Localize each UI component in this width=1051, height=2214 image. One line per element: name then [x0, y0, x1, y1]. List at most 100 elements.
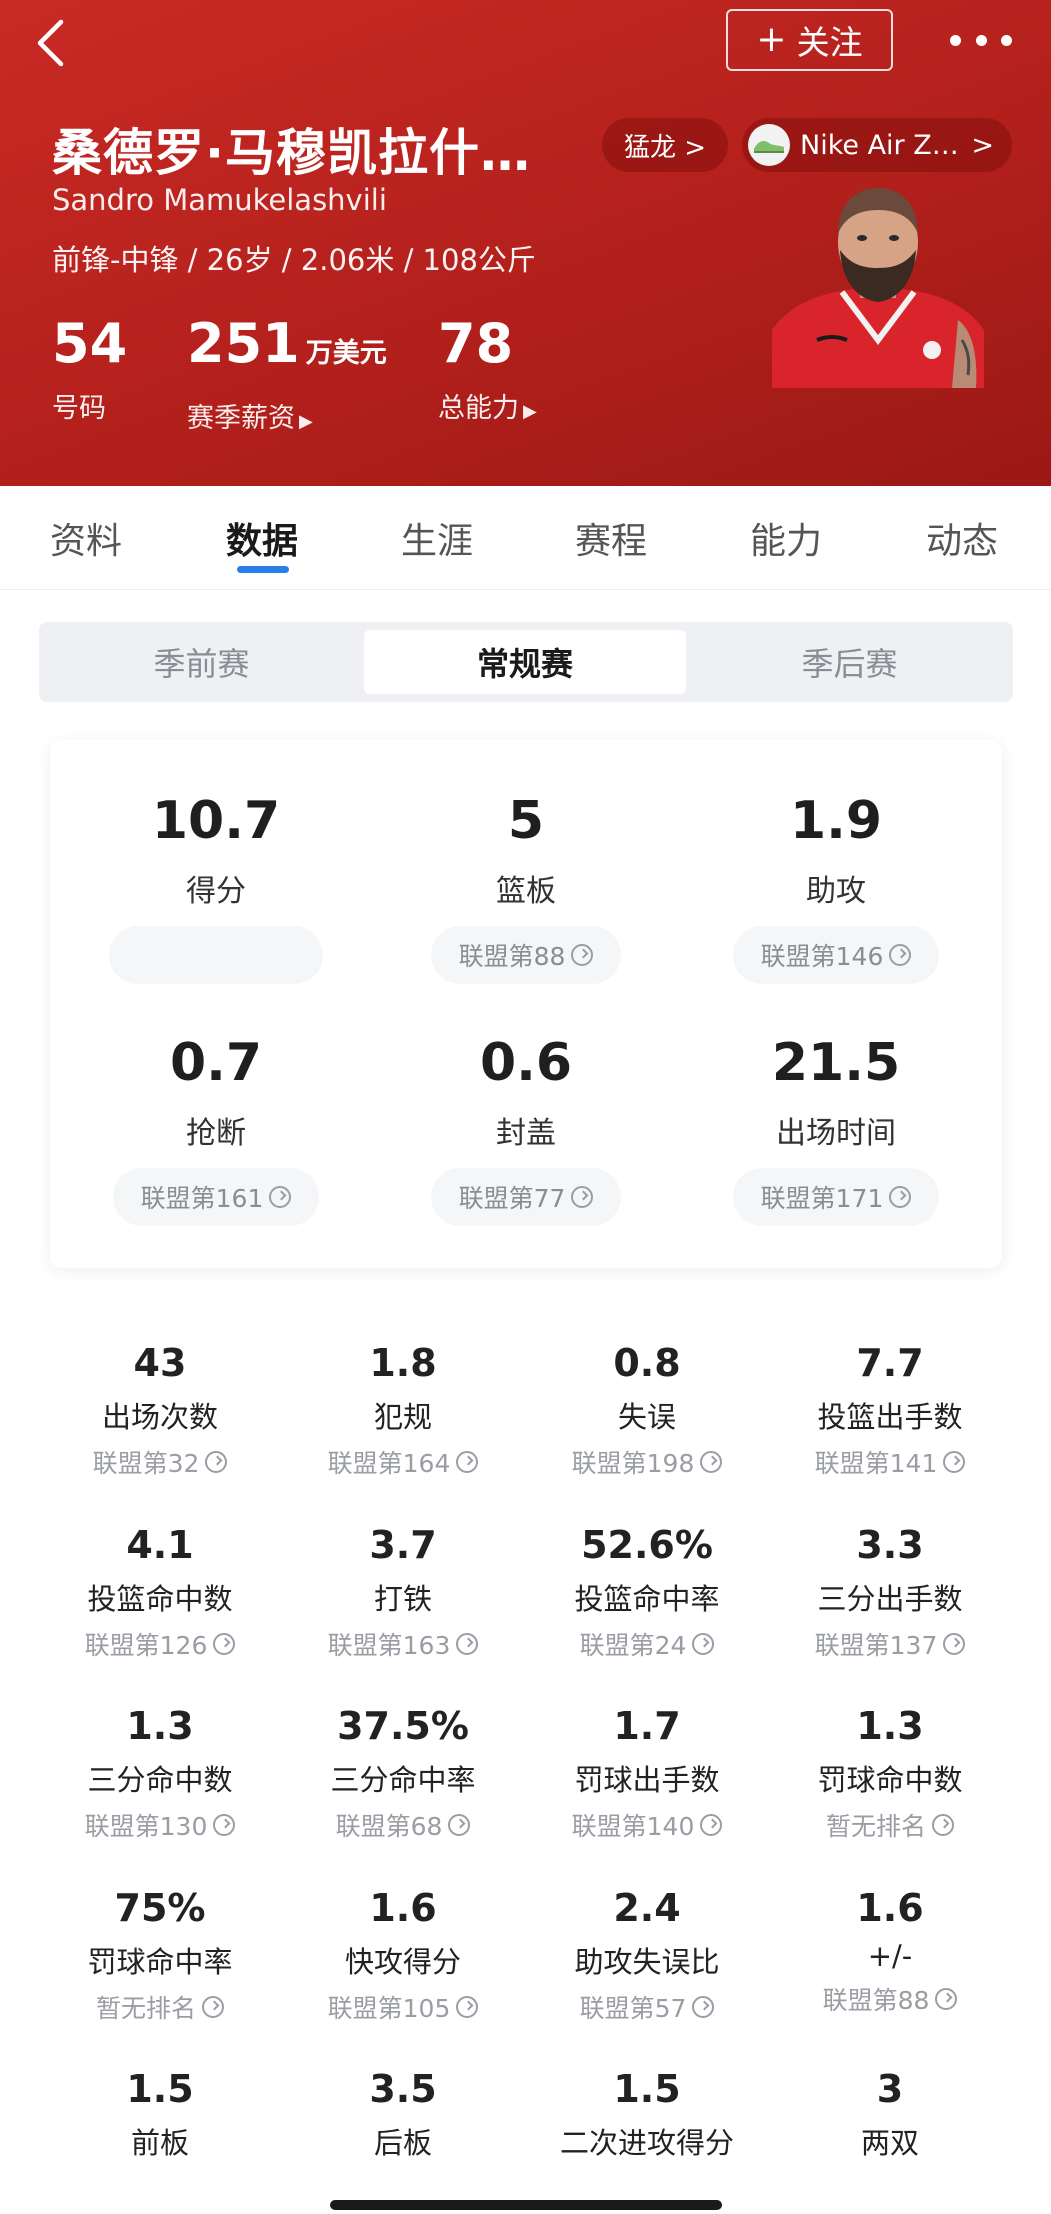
stat-minutes: 21.5 出场时间 联盟第171 — [696, 1032, 976, 1226]
grid-stat-label: 投篮命中数 — [87, 1582, 233, 1616]
grid-stat-label: 三分命中数 — [87, 1763, 233, 1797]
plus-icon: + — [756, 19, 787, 60]
grid-stat-value: 7.7 — [856, 1341, 924, 1385]
more-options-button[interactable] — [950, 22, 1012, 58]
grid-stat-rank-text: 联盟第198 — [571, 1449, 695, 1478]
grid-stat-rank-text: 联盟第137 — [814, 1631, 938, 1660]
grid-stat-value: 1.3 — [856, 1704, 924, 1748]
jersey-number-label: 号码 — [52, 393, 106, 424]
grid-stat-rank[interactable]: 联盟第164 — [278, 1444, 528, 1480]
grid-stat-rank[interactable]: 暂无排名 — [35, 1989, 285, 2025]
grid-stat-rank[interactable]: 联盟第32 — [35, 1444, 285, 1480]
grid-stat-rank[interactable]: 联盟第126 — [35, 1626, 285, 1662]
salary-unit: 万美元 — [305, 338, 387, 369]
stat-label: 抢断 — [186, 1116, 246, 1151]
salary-stat[interactable]: 251 万美元 赛季薪资 ▶ — [187, 312, 387, 435]
tab-news[interactable]: 动态 — [926, 512, 998, 564]
player-stats-page: + 关注 桑德罗·马穆凯拉什… Sandro Mamukelashvili 前锋… — [0, 0, 1051, 2214]
stat-rank[interactable]: 联盟第88 — [430, 926, 622, 984]
stat-rebounds: 5 篮板 联盟第88 — [386, 790, 666, 984]
chevron-circle-icon — [448, 1814, 471, 1836]
stat-value: 21.5 — [771, 1033, 901, 1093]
chevron-circle-icon — [205, 1451, 228, 1473]
caret-right-icon: ▶ — [523, 401, 537, 422]
grid-stat: 3.3 三分出手数 联盟第137 — [765, 1522, 1015, 1662]
segment-playoffs[interactable]: 季后赛 — [686, 622, 1013, 702]
tab-ability[interactable]: 能力 — [750, 512, 822, 564]
stat-rank[interactable]: 联盟第161 — [112, 1168, 320, 1226]
grid-stat-value: 3.5 — [369, 2067, 437, 2111]
grid-stat-rank[interactable]: 联盟第68 — [278, 1807, 528, 1843]
shoe-link[interactable]: Nike Air Z… > — [742, 118, 1012, 172]
segment-preseason[interactable]: 季前赛 — [39, 622, 364, 702]
stat-assists: 1.9 助攻 联盟第146 — [696, 790, 976, 984]
grid-stat: 1.3 三分命中数 联盟第130 — [35, 1703, 285, 1843]
follow-label: 关注 — [796, 23, 863, 62]
chevron-circle-icon — [456, 1996, 479, 2018]
follow-button[interactable]: + 关注 — [726, 9, 893, 71]
tab-schedule[interactable]: 赛程 — [575, 512, 647, 564]
stat-label: 得分 — [186, 874, 246, 909]
grid-stat-rank[interactable]: 联盟第24 — [522, 1626, 772, 1662]
grid-stat-value: 75% — [114, 1886, 206, 1930]
grid-stat: 1.5 二次进攻得分 — [522, 2066, 772, 2162]
player-header: + 关注 桑德罗·马穆凯拉什… Sandro Mamukelashvili 前锋… — [0, 0, 1051, 486]
stat-points: 10.7 得分 — [76, 790, 356, 988]
grid-stat: 3.7 打铁联盟第163 — [278, 1522, 528, 1662]
stat-label: 封盖 — [496, 1116, 556, 1151]
grid-stat: 37.5% 三分命中率 联盟第68 — [278, 1703, 528, 1843]
overall-rating-value: 78 — [438, 312, 514, 375]
grid-stat-rank[interactable]: 联盟第137 — [765, 1626, 1015, 1662]
grid-stat-label: 打铁 — [373, 1582, 432, 1616]
team-link[interactable]: 猛龙 > — [602, 118, 729, 172]
stat-rank[interactable]: 联盟第146 — [732, 926, 940, 984]
grid-stat: 2.4 助攻失误比 联盟第57 — [522, 1885, 772, 2025]
chevron-circle-icon — [692, 1996, 715, 2018]
grid-stat: 1.7 罚球出手数 联盟第140 — [522, 1703, 772, 1843]
dot-icon — [950, 34, 961, 46]
season-type-switch: 季前赛 常规赛 季后赛 — [39, 622, 1013, 702]
grid-stat-rank-text: 联盟第140 — [571, 1812, 695, 1841]
chevron-circle-icon — [213, 1814, 236, 1836]
grid-stat-rank[interactable]: 联盟第140 — [522, 1807, 772, 1843]
grid-stat: 43 出场次数 联盟第32 — [35, 1340, 285, 1480]
jersey-number-value: 54 — [52, 312, 128, 375]
tab-career[interactable]: 生涯 — [401, 512, 473, 564]
player-portrait — [772, 180, 984, 388]
grid-stat-label: 三分命中率 — [330, 1763, 476, 1797]
grid-stat-rank-text: 联盟第163 — [327, 1631, 451, 1660]
grid-stat-label: 投篮出手数 — [817, 1400, 963, 1434]
grid-stat-label: 罚球出手数 — [574, 1763, 720, 1797]
chevron-circle-icon — [456, 1451, 479, 1473]
grid-stat-rank[interactable]: 联盟第163 — [278, 1626, 528, 1662]
segment-regular-season[interactable]: 常规赛 — [364, 630, 686, 694]
stat-rank[interactable]: 联盟第77 — [430, 1168, 622, 1226]
grid-stat-rank[interactable]: 联盟第141 — [765, 1444, 1015, 1480]
tab-stats[interactable]: 数据 — [226, 512, 298, 564]
grid-stat: 7.7 投篮出手数联盟第141 — [765, 1340, 1015, 1480]
grid-stat-value: 1.6 — [369, 1886, 437, 1930]
grid-stat-rank[interactable]: 联盟第105 — [278, 1989, 528, 2025]
stat-label: 助攻 — [806, 874, 866, 909]
chevron-circle-icon — [932, 1814, 954, 1836]
grid-stat-rank-text: 联盟第24 — [579, 1631, 687, 1660]
chevron-circle-icon — [889, 1186, 912, 1208]
grid-stat-label: 两双 — [860, 2126, 919, 2160]
stat-rank[interactable]: 联盟第171 — [732, 1168, 940, 1226]
back-button[interactable] — [26, 14, 74, 72]
grid-stat: 75% 罚球命中率 暂无排名 — [35, 1885, 285, 2025]
grid-stat-rank[interactable]: 联盟第57 — [522, 1989, 772, 2025]
overall-rating-stat[interactable]: 78 总能力 ▶ — [438, 312, 537, 425]
grid-stat-value: 3.7 — [369, 1523, 437, 1567]
grid-stat-rank[interactable]: 联盟第198 — [522, 1444, 772, 1480]
chevron-circle-icon — [935, 1988, 958, 2010]
tab-profile[interactable]: 资料 — [50, 512, 122, 564]
grid-stat-rank-text: 联盟第88 — [822, 1986, 930, 2015]
chevron-circle-icon — [456, 1633, 479, 1655]
grid-stat-label: 投篮命中率 — [574, 1582, 720, 1616]
salary-value: 251 — [187, 312, 300, 375]
grid-stat-rank[interactable]: 联盟第130 — [35, 1807, 285, 1843]
grid-stat-label: 前板 — [130, 2126, 189, 2160]
grid-stat-rank[interactable]: 暂无排名 — [765, 1807, 1015, 1843]
grid-stat-rank[interactable]: 联盟第88 — [765, 1981, 1015, 2017]
